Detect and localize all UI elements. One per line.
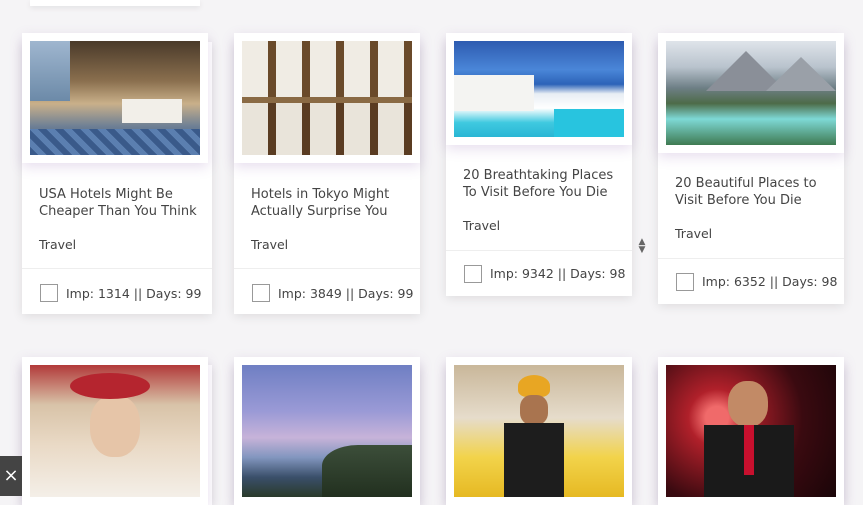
capsule-hotel-image (242, 41, 412, 155)
article-thumbnail[interactable] (22, 357, 208, 505)
select-checkbox[interactable] (676, 273, 694, 291)
article-thumbnail[interactable] (446, 33, 632, 145)
article-title[interactable]: USA Hotels Might Be Cheaper Than You Thi… (39, 186, 199, 220)
flight-attendant-image (30, 365, 200, 497)
article-category: Travel (251, 237, 289, 252)
close-icon[interactable]: × (0, 456, 22, 496)
article-thumbnail[interactable] (22, 33, 208, 163)
mountain-lake-image (666, 41, 836, 145)
article-stats: Imp: 1314 || Days: 99 (66, 286, 202, 301)
article-thumbnail[interactable] (234, 33, 420, 163)
article-category: Travel (675, 226, 713, 241)
hotel-room-image (30, 41, 200, 155)
coastal-sunset-image (242, 365, 412, 497)
select-checkbox[interactable] (464, 265, 482, 283)
article-title[interactable]: 20 Beautiful Places to Visit Before You … (675, 175, 835, 209)
article-stats: Imp: 3849 || Days: 99 (278, 286, 414, 301)
article-title[interactable]: Hotels in Tokyo Might Actually Surprise … (251, 186, 411, 220)
article-thumbnail[interactable] (234, 357, 420, 505)
article-stats: Imp: 6352 || Days: 98 (702, 274, 838, 289)
man-with-car-image (454, 365, 624, 497)
divider (446, 250, 632, 251)
select-checkbox[interactable] (252, 284, 270, 302)
article-title[interactable]: 20 Breathtaking Places To Visit Before Y… (463, 167, 618, 201)
article-category: Travel (39, 237, 77, 252)
santorini-image (454, 41, 624, 137)
divider (22, 268, 212, 269)
article-thumbnail[interactable] (446, 357, 632, 505)
select-checkbox[interactable] (40, 284, 58, 302)
article-category: Travel (463, 218, 501, 233)
divider (234, 268, 420, 269)
man-with-champagne-image (666, 365, 836, 497)
article-thumbnail[interactable] (658, 33, 844, 153)
previous-row-bottom-edge (30, 0, 200, 6)
article-stats: Imp: 9342 || Days: 98 (490, 266, 626, 281)
article-thumbnail[interactable] (658, 357, 844, 505)
divider (658, 258, 844, 259)
sort-icon[interactable]: ▲ ▼ (636, 238, 648, 255)
